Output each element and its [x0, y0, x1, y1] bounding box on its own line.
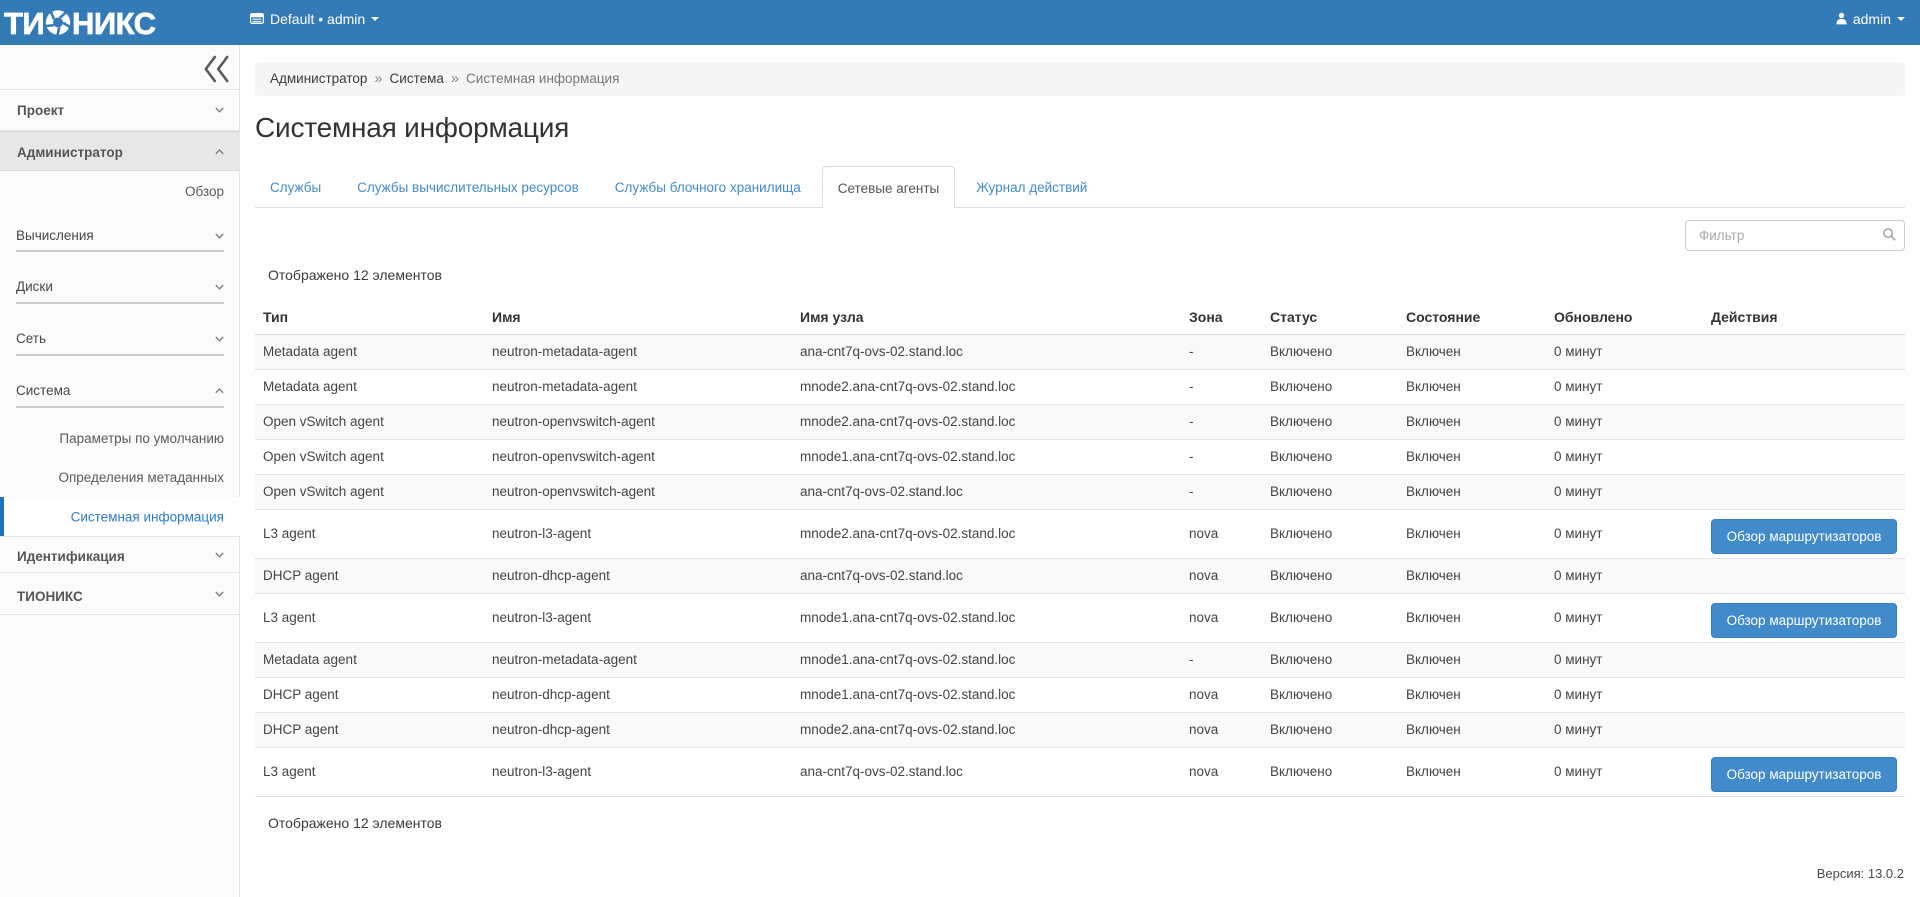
svg-text:ТИ: ТИ — [4, 6, 44, 40]
svg-text:НИКС: НИКС — [72, 6, 156, 40]
